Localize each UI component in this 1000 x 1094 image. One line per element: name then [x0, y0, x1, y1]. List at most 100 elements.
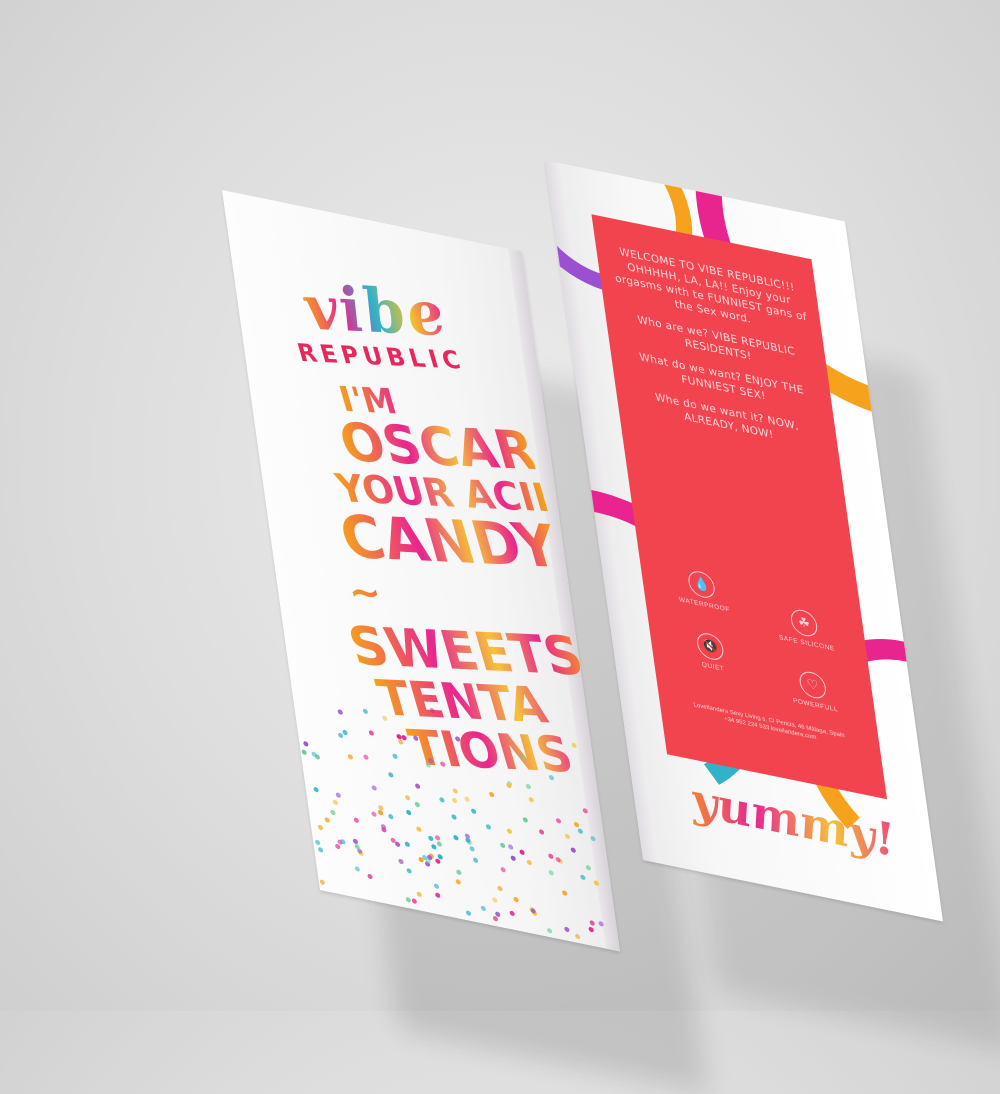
confetti-dot — [397, 858, 404, 865]
confetti-dot — [430, 843, 437, 850]
confetti-dot — [455, 868, 462, 875]
feature-quiet: 🔇 QUIET — [658, 623, 763, 681]
confetti-dot — [588, 926, 595, 933]
confetti-dot — [500, 867, 507, 874]
confetti-dot — [317, 824, 324, 831]
confetti-dot — [513, 896, 520, 904]
confetti-dot — [564, 832, 570, 839]
confetti-dot — [506, 828, 513, 835]
confetti-dot — [395, 841, 402, 848]
confetti-dot — [555, 856, 562, 863]
confetti-dot — [433, 883, 440, 890]
confetti-dot — [579, 874, 586, 881]
confetti-dot — [435, 892, 442, 899]
confetti-dot — [314, 838, 321, 845]
feature-waterproof: 💧 WATERPROOF — [650, 561, 755, 619]
confetti-dot — [526, 859, 533, 866]
confetti-dot — [434, 835, 441, 842]
confetti-dot — [404, 841, 411, 848]
confetti-dot — [538, 828, 545, 835]
confetti-dot — [488, 791, 495, 798]
confetti-dot — [451, 797, 458, 804]
confetti-dot — [574, 933, 580, 940]
confetti-dot — [367, 873, 373, 880]
confetti-dot — [353, 817, 360, 824]
brand-logo: vibe REPUBLIC — [230, 248, 523, 399]
confetti-dot — [363, 753, 369, 760]
confetti-dot — [547, 927, 553, 934]
confetti-dot — [381, 715, 388, 722]
confetti-dot — [589, 920, 595, 927]
confetti-dot — [527, 796, 534, 803]
confetti-dot — [405, 867, 412, 874]
confetti-dot — [589, 835, 596, 842]
confetti-dot — [302, 740, 309, 747]
confetti-dot — [451, 813, 457, 820]
confetti-dot — [508, 843, 514, 850]
confetti-dot — [510, 855, 517, 862]
confetti-dot — [370, 811, 377, 818]
confetti-dot — [455, 736, 461, 743]
confetti-dot — [530, 907, 536, 914]
confetti-dot — [405, 896, 411, 903]
confetti-dot — [471, 808, 477, 815]
confetti-dot — [354, 865, 361, 872]
confetti-dot — [411, 898, 418, 905]
confetti-dot — [404, 794, 411, 801]
confetti-dot — [522, 817, 529, 824]
mute-icon: 🔇 — [695, 630, 726, 663]
confetti-dot — [301, 748, 307, 755]
confetti-dot — [465, 910, 472, 917]
confetti-dot — [519, 849, 526, 856]
confetti-dot — [597, 920, 604, 927]
confetti-dot — [452, 834, 459, 841]
confetti-dot — [414, 801, 421, 808]
confetti-dot — [317, 846, 324, 853]
confetti-dot — [335, 792, 342, 799]
confetti-dot — [547, 853, 554, 860]
confetti-dot — [368, 730, 375, 737]
confetti-dot — [499, 842, 506, 849]
confetti-dot — [324, 816, 330, 823]
confetti-dot — [463, 796, 470, 803]
slogan-line: CANDY — [331, 501, 567, 582]
confetti-dot — [329, 808, 336, 815]
confetti-dot — [547, 869, 554, 876]
confetti-dot — [354, 843, 360, 850]
confetti-dot — [337, 709, 344, 716]
confetti-dot — [395, 733, 402, 740]
drop-icon: 💧 — [686, 568, 717, 601]
confetti-dot — [362, 707, 369, 715]
confetti-dot — [439, 761, 446, 768]
heart-icon: ♡ — [797, 669, 828, 701]
confetti-dot — [469, 845, 476, 852]
confetti-dot — [509, 910, 516, 917]
confetti-dot — [415, 826, 422, 833]
confetti-dot — [387, 771, 394, 778]
confetti-dot — [585, 864, 591, 871]
confetti-dot — [427, 835, 434, 842]
confetti-dot — [412, 735, 419, 742]
confetti-dot — [519, 755, 526, 762]
confetti-dot — [548, 774, 555, 781]
confetti-dot — [485, 824, 492, 831]
confetti-dot — [571, 742, 577, 749]
confetti-dot — [391, 753, 398, 760]
confetti-dot — [496, 885, 503, 892]
confetti-dot — [415, 891, 422, 898]
confetti-dot — [576, 827, 583, 834]
confetti-dot — [429, 707, 436, 714]
confetti-dot — [310, 751, 317, 758]
confetti-dot — [313, 786, 319, 793]
confetti-dot — [414, 783, 421, 790]
info-panel-copy: WELCOME TO VIBE REPUBLIC!!! OHHHHH, LA, … — [609, 243, 828, 463]
confetti-dot — [561, 890, 568, 897]
confetti-dot — [525, 783, 532, 791]
confetti-dot — [555, 817, 562, 824]
confetti-dot — [472, 856, 479, 863]
confetti-dot — [388, 813, 394, 820]
confetti-dot — [332, 799, 339, 806]
logo-republic-text: REPUBLIC — [294, 338, 469, 375]
confetti-dot — [405, 809, 412, 816]
confetti-dot — [371, 784, 377, 792]
